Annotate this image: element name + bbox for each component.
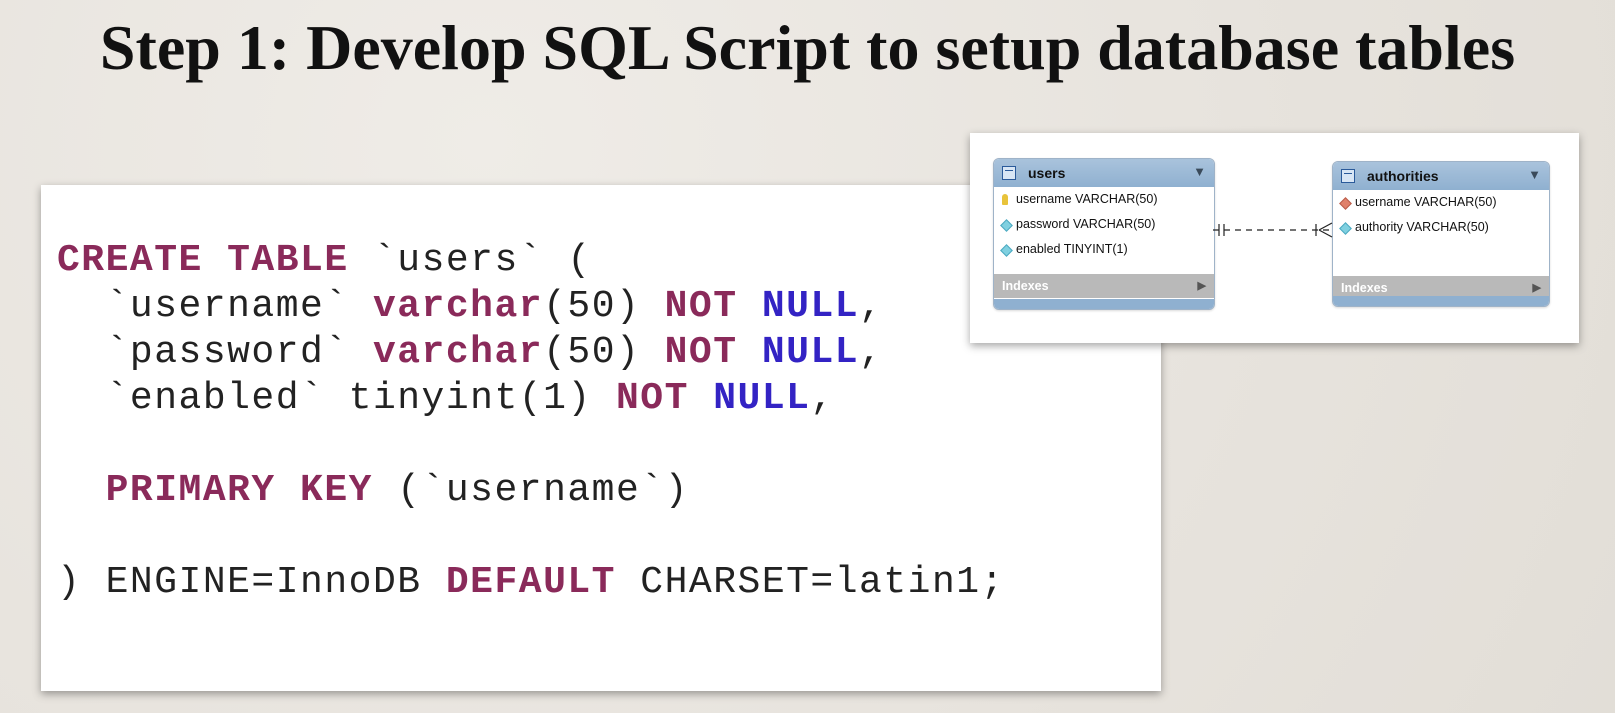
key-icon: [1002, 194, 1008, 205]
sql-column-name: `username`: [57, 285, 373, 328]
sql-line-username: `username` varchar(50) NOT NULL,: [57, 284, 883, 330]
slide-title: Step 1: Develop SQL Script to setup data…: [99, 12, 1516, 83]
er-field-label: enabled TINYINT(1): [1016, 242, 1128, 256]
er-indexes-label: Indexes: [1341, 281, 1388, 295]
sql-text: ) ENGINE=InnoDB: [57, 561, 446, 604]
sql-keyword-not: NOT: [616, 377, 689, 420]
er-field-label: username VARCHAR(50): [1016, 192, 1158, 206]
sql-line-primary-key: PRIMARY KEY (`username`): [57, 468, 689, 514]
sql-line-password: `password` varchar(50) NOT NULL,: [57, 330, 883, 376]
sql-comma: ,: [810, 377, 835, 420]
sql-type: varchar: [372, 285, 544, 328]
er-indexes-label: Indexes: [1002, 279, 1049, 293]
sql-line-engine: ) ENGINE=InnoDB DEFAULT CHARSET=latin1;: [57, 560, 1005, 606]
sql-text: `users` (: [348, 239, 592, 282]
er-field: authority VARCHAR(50): [1333, 215, 1549, 240]
crow-foot: [1318, 222, 1333, 231]
sql-keyword: CREATE TABLE: [57, 239, 349, 282]
er-table-users[interactable]: users ▼ username VARCHAR(50) password VA…: [993, 158, 1215, 310]
sql-column-name: `password`: [57, 331, 373, 374]
er-table-name: users: [1028, 165, 1066, 181]
sql-keyword-null: NULL: [761, 331, 860, 374]
er-field-label: username VARCHAR(50): [1355, 195, 1497, 209]
triangle-right-icon: ▶: [1197, 280, 1206, 292]
er-table-footer: [994, 299, 1214, 309]
sql-keyword-null: NULL: [713, 377, 811, 420]
table-icon: [1002, 166, 1016, 180]
er-diagram-panel: users ▼ username VARCHAR(50) password VA…: [970, 133, 1579, 343]
sql-type-size: (50): [543, 331, 665, 374]
er-field: enabled TINYINT(1): [994, 237, 1214, 262]
table-icon: [1341, 169, 1355, 183]
cyan-diamond-icon: [1339, 222, 1352, 235]
red-diamond-icon: [1339, 197, 1352, 210]
er-field-label: authority VARCHAR(50): [1355, 220, 1489, 234]
sql-comma: ,: [859, 331, 884, 374]
sql-column-name: `enabled` tinyint(1): [57, 377, 616, 420]
sql-line-create: CREATE TABLE `users` (: [57, 238, 592, 284]
sql-line-enabled: `enabled` tinyint(1) NOT NULL,: [57, 376, 835, 422]
cyan-diamond-icon: [1000, 219, 1013, 232]
sql-comma: ,: [859, 285, 884, 328]
sql-keyword-null: NULL: [761, 285, 860, 328]
er-table-header: authorities ▼: [1333, 162, 1549, 190]
cyan-diamond-icon: [1000, 244, 1013, 257]
sql-text: (`username`): [372, 469, 689, 512]
triangle-down-icon[interactable]: ▼: [1193, 164, 1206, 179]
relationship-connector: [1213, 222, 1333, 238]
er-table-header: users ▼: [994, 159, 1214, 187]
sql-type-size: (50): [543, 285, 665, 328]
er-table-name: authorities: [1367, 168, 1439, 184]
triangle-down-icon[interactable]: ▼: [1528, 167, 1541, 182]
sql-keyword: PRIMARY KEY: [105, 469, 373, 512]
sql-type: varchar: [372, 331, 544, 374]
er-field: username VARCHAR(50): [1333, 190, 1549, 215]
sql-indent: [57, 469, 106, 512]
er-field: password VARCHAR(50): [994, 212, 1214, 237]
er-indexes-bar[interactable]: Indexes ▶: [994, 274, 1214, 298]
crow-foot: [1318, 229, 1333, 238]
er-field-label: password VARCHAR(50): [1016, 217, 1156, 231]
sql-keyword-not: NOT: [664, 285, 738, 328]
er-table-authorities[interactable]: authorities ▼ username VARCHAR(50) autho…: [1332, 161, 1550, 307]
sql-keyword-not: NOT: [664, 331, 738, 374]
er-field: username VARCHAR(50): [994, 187, 1214, 212]
sql-keyword: DEFAULT: [445, 561, 616, 604]
er-table-footer: [1333, 296, 1549, 306]
sql-text: CHARSET=latin1;: [616, 561, 1005, 604]
